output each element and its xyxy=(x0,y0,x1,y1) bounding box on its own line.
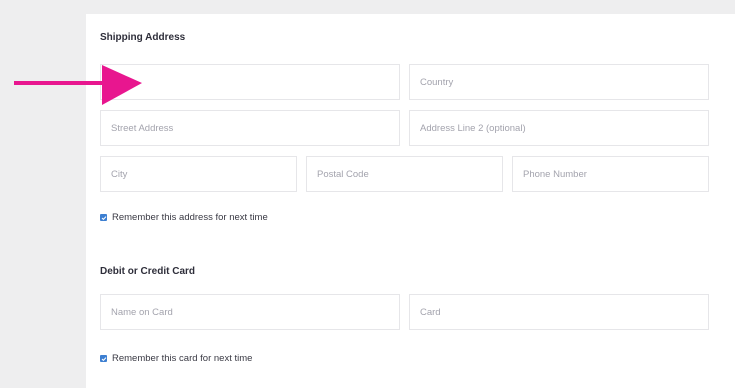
name-field[interactable]: Name xyxy=(100,64,400,100)
remember-address-checkbox[interactable] xyxy=(100,214,107,221)
shipping-address-heading: Shipping Address xyxy=(100,32,186,43)
card-number-field[interactable]: Card xyxy=(409,294,709,330)
address-line-2-field[interactable]: Address Line 2 (optional) xyxy=(409,110,709,146)
card-section-heading: Debit or Credit Card xyxy=(100,266,196,277)
country-field[interactable]: Country xyxy=(409,64,709,100)
remember-address-label: Remember this address for next time xyxy=(112,212,268,223)
street-address-field[interactable]: Street Address xyxy=(100,110,400,146)
remember-address-row: Remember this address for next time xyxy=(100,212,268,223)
checkout-form-card: Shipping Address Name Country Street Add… xyxy=(86,14,735,388)
arrow-right-icon xyxy=(14,65,142,105)
phone-number-field[interactable]: Phone Number xyxy=(512,156,709,192)
remember-card-label: Remember this card for next time xyxy=(112,353,253,364)
city-field[interactable]: City xyxy=(100,156,297,192)
postal-code-field[interactable]: Postal Code xyxy=(306,156,503,192)
name-on-card-field[interactable]: Name on Card xyxy=(100,294,400,330)
checkmark-icon xyxy=(101,215,106,220)
remember-card-checkbox[interactable] xyxy=(100,355,107,362)
remember-card-row: Remember this card for next time xyxy=(100,353,252,364)
checkmark-icon xyxy=(101,356,106,361)
